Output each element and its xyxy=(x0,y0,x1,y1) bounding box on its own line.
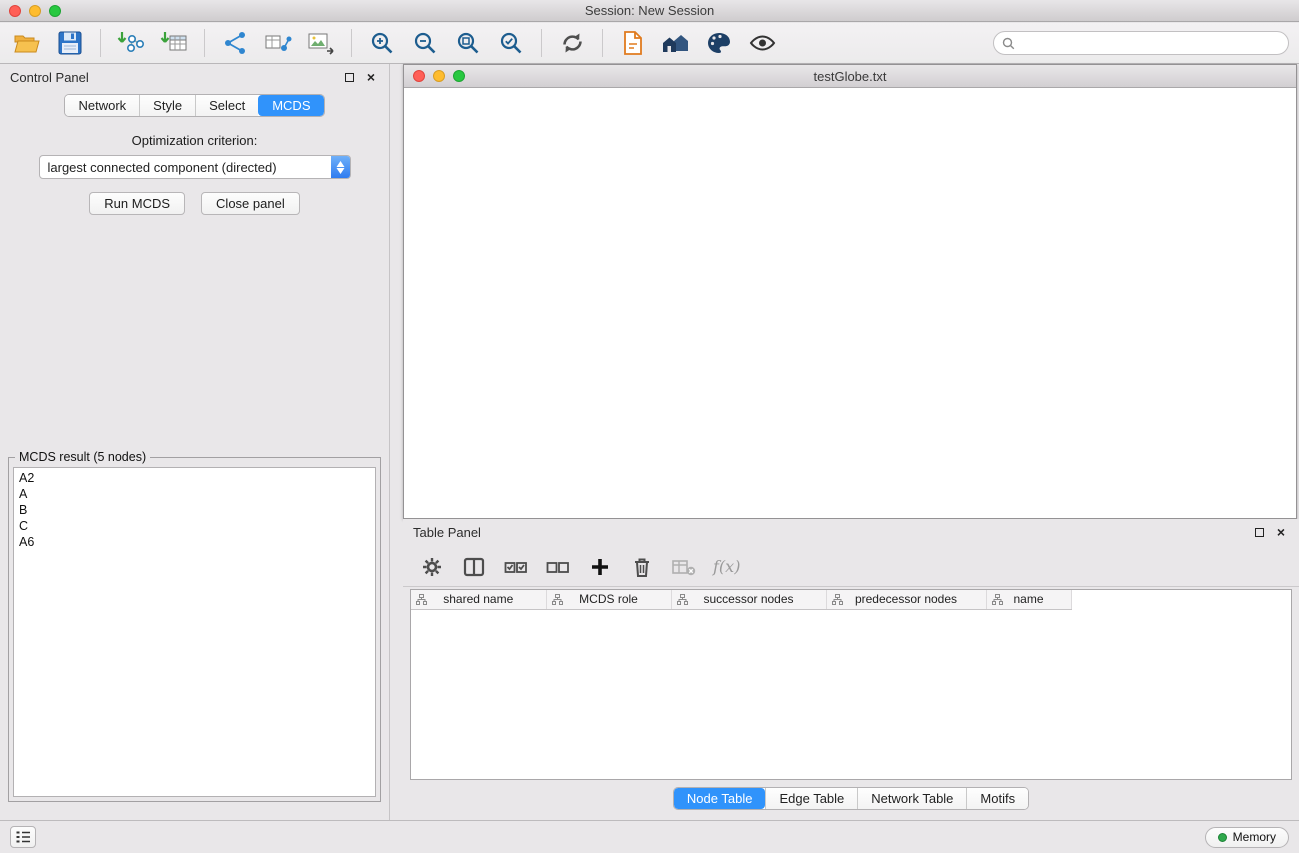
network-and-table-icon[interactable] xyxy=(261,27,295,59)
float-panel-icon[interactable] xyxy=(341,69,357,85)
eye-icon[interactable] xyxy=(745,27,779,59)
control-panel-tab-bar: Network Style Select MCDS xyxy=(64,94,324,117)
delete-table-icon[interactable] xyxy=(671,554,697,580)
function-builder-icon[interactable]: f(x) xyxy=(713,557,740,576)
mcds-result-groupbox: MCDS result (5 nodes) A2ABCA6 xyxy=(8,457,381,802)
mcds-result-title: MCDS result (5 nodes) xyxy=(15,450,150,464)
zoom-selected-icon[interactable] xyxy=(494,27,528,59)
optimization-criterion-label: Optimization criterion: xyxy=(0,133,389,148)
result-item[interactable]: A2 xyxy=(14,470,375,486)
toolbar-separator xyxy=(351,29,352,57)
titlebar: Session: New Session xyxy=(0,0,1299,22)
tab-select[interactable]: Select xyxy=(195,95,258,116)
add-icon[interactable] xyxy=(587,554,613,580)
main-toolbar xyxy=(0,23,1299,64)
result-item[interactable]: A6 xyxy=(14,534,375,550)
window-title: Session: New Session xyxy=(0,3,1299,18)
memory-label: Memory xyxy=(1233,830,1276,844)
search-input[interactable] xyxy=(1020,35,1280,51)
control-panel: Control Panel × Network Style Select MCD… xyxy=(0,64,390,820)
tab-network-table[interactable]: Network Table xyxy=(857,788,966,809)
columns-icon[interactable] xyxy=(461,554,487,580)
column-header[interactable]: successor nodes xyxy=(671,590,826,609)
zoom-in-icon[interactable] xyxy=(365,27,399,59)
close-table-panel-icon[interactable]: × xyxy=(1273,524,1289,540)
toolbar-separator xyxy=(602,29,603,57)
show-panels-icon[interactable] xyxy=(10,826,36,848)
network-canvas[interactable] xyxy=(404,88,1296,517)
run-mcds-button[interactable]: Run MCDS xyxy=(89,192,185,215)
table-panel: Table Panel × xyxy=(403,519,1299,820)
save-session-icon[interactable] xyxy=(53,27,87,59)
select-all-icon[interactable] xyxy=(503,554,529,580)
result-item[interactable]: B xyxy=(14,502,375,518)
network-window-titlebar[interactable]: testGlobe.txt xyxy=(404,65,1296,88)
column-header[interactable]: name xyxy=(986,590,1071,609)
optimization-criterion-dropdown[interactable]: largest connected component (directed) xyxy=(39,155,351,179)
refresh-layout-icon[interactable] xyxy=(555,27,589,59)
result-item[interactable]: A xyxy=(14,486,375,502)
mcds-result-list[interactable]: A2ABCA6 xyxy=(13,467,376,797)
column-header[interactable]: predecessor nodes xyxy=(826,590,986,609)
float-table-panel-icon[interactable] xyxy=(1251,524,1267,540)
network-view-window: testGlobe.txt xyxy=(403,64,1297,519)
toolbar-separator xyxy=(100,29,101,57)
table-panel-title: Table Panel xyxy=(413,525,481,540)
tab-style[interactable]: Style xyxy=(139,95,195,116)
document-icon[interactable] xyxy=(616,27,650,59)
memory-status-icon xyxy=(1218,833,1227,842)
search-box[interactable] xyxy=(993,31,1289,55)
open-session-icon[interactable] xyxy=(10,27,44,59)
import-table-icon[interactable] xyxy=(157,27,191,59)
toolbar-separator xyxy=(204,29,205,57)
status-bar: Memory xyxy=(0,820,1299,853)
table-header-row: shared nameMCDS rolesuccessor nodesprede… xyxy=(411,590,1291,609)
network-icon[interactable] xyxy=(218,27,252,59)
import-network-icon[interactable] xyxy=(114,27,148,59)
trash-icon[interactable] xyxy=(629,554,655,580)
search-icon xyxy=(1002,37,1015,50)
table-toolbar: f(x) xyxy=(403,547,1299,587)
memory-button[interactable]: Memory xyxy=(1205,827,1289,848)
zoom-fit-icon[interactable] xyxy=(451,27,485,59)
zoom-out-icon[interactable] xyxy=(408,27,442,59)
column-header[interactable]: MCDS role xyxy=(546,590,671,609)
gear-icon[interactable] xyxy=(419,554,445,580)
tab-motifs[interactable]: Motifs xyxy=(966,788,1028,809)
tab-edge-table[interactable]: Edge Table xyxy=(765,788,857,809)
export-image-icon[interactable] xyxy=(304,27,338,59)
tab-network[interactable]: Network xyxy=(65,95,139,116)
control-panel-title: Control Panel xyxy=(10,70,89,85)
toolbar-separator xyxy=(541,29,542,57)
application-window: Session: New Session xyxy=(0,0,1299,853)
close-panel-icon[interactable]: × xyxy=(363,69,379,85)
table-tab-bar: Node Table Edge Table Network Table Moti… xyxy=(673,787,1029,810)
tab-mcds[interactable]: MCDS xyxy=(258,95,323,116)
column-header[interactable]: shared name xyxy=(411,590,546,609)
home-icon[interactable] xyxy=(659,27,693,59)
close-panel-button[interactable]: Close panel xyxy=(201,192,300,215)
dropdown-value: largest connected component (directed) xyxy=(40,160,331,175)
dropdown-stepper-icon xyxy=(331,156,350,178)
tab-node-table[interactable]: Node Table xyxy=(674,788,766,809)
result-item[interactable]: C xyxy=(14,518,375,534)
network-window-title: testGlobe.txt xyxy=(404,69,1296,84)
apply-style-icon[interactable] xyxy=(702,27,736,59)
node-table[interactable]: shared nameMCDS rolesuccessor nodesprede… xyxy=(410,589,1292,780)
unselect-all-icon[interactable] xyxy=(545,554,571,580)
